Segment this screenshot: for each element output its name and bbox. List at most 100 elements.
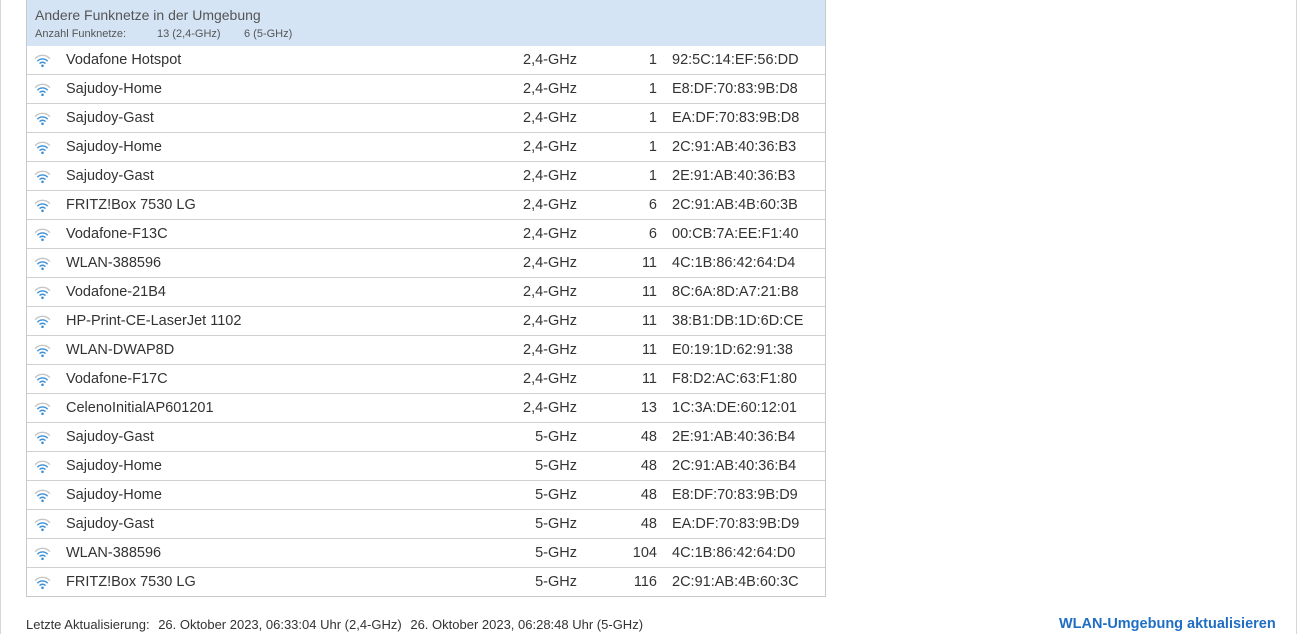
last-update-label: Letzte Aktualisierung:	[26, 617, 150, 632]
network-mac-address: 1C:3A:DE:60:12:01	[672, 400, 797, 416]
network-ssid: Sajudoy-Gast	[66, 516, 154, 532]
network-band: 2,4-GHz	[523, 284, 577, 300]
network-mac-address: 2C:91:AB:4B:60:3B	[672, 197, 798, 213]
network-channel: 1	[648, 81, 657, 97]
network-mac-address: 2C:91:AB:40:36:B4	[672, 458, 797, 474]
network-mac-address: 8C:6A:8D:A7:21:B8	[672, 284, 799, 300]
network-row: Vodafone-21B4 2,4-GHz 11 8C:6A:8D:A7:21:B8	[27, 277, 825, 306]
network-channel: 6	[648, 226, 657, 242]
network-band: 2,4-GHz	[523, 400, 577, 416]
wifi-signal-icon	[34, 199, 51, 213]
network-channel: 1	[648, 168, 657, 184]
network-ssid: Sajudoy-Home	[66, 487, 162, 503]
network-band: 5-GHz	[535, 516, 577, 532]
network-band: 2,4-GHz	[523, 371, 577, 387]
wifi-signal-icon	[34, 315, 51, 329]
panel-header: Andere Funknetze in der Umgebung Anzahl …	[27, 0, 825, 46]
refresh-wlan-link[interactable]: WLAN-Umgebung aktualisieren	[1059, 616, 1276, 632]
network-channel: 48	[640, 429, 657, 445]
network-channel: 11	[641, 371, 657, 387]
wifi-signal-icon	[34, 54, 51, 68]
network-mac-address: E8:DF:70:83:9B:D9	[672, 487, 798, 503]
network-mac-address: 38:B1:DB:1D:6D:CE	[672, 313, 804, 329]
network-ssid: WLAN-388596	[66, 255, 162, 271]
network-ssid: WLAN-388596	[66, 545, 162, 561]
network-band: 2,4-GHz	[523, 52, 577, 68]
network-mac-address: 2C:91:AB:40:36:B3	[672, 139, 797, 155]
network-band: 2,4-GHz	[523, 313, 577, 329]
network-ssid: Sajudoy-Gast	[66, 429, 154, 445]
network-channel: 11	[641, 342, 657, 358]
network-band: 2,4-GHz	[523, 226, 577, 242]
network-ssid: Vodafone-F13C	[66, 226, 168, 242]
network-list: Vodafone Hotspot 2,4-GHz 1 92:5C:14:EF:56:D…	[27, 46, 825, 596]
network-band: 5-GHz	[535, 545, 577, 561]
network-ssid: CelenoInitialAP601201	[66, 400, 214, 416]
network-mac-address: 92:5C:14:EF:56:DD	[672, 52, 799, 68]
network-mac-address: 4C:1B:86:42:64:D4	[672, 255, 796, 271]
network-channel: 104	[632, 545, 657, 561]
network-ssid: FRITZ!Box 7530 LG	[66, 197, 196, 213]
network-count-label: Anzahl Funknetze:	[35, 28, 127, 40]
network-channel: 116	[633, 574, 657, 590]
network-channel: 48	[640, 487, 657, 503]
wifi-signal-icon	[34, 257, 51, 271]
network-row: WLAN-388596 2,4-GHz 11 4C:1B:86:42:64:D4	[27, 248, 825, 277]
network-ssid: Vodafone-21B4	[66, 284, 166, 300]
network-mac-address: 2E:91:AB:40:36:B4	[672, 429, 796, 445]
network-channel: 11	[641, 313, 657, 329]
wifi-signal-icon	[34, 373, 51, 387]
network-ssid: WLAN-DWAP8D	[66, 342, 175, 358]
last-update-5ghz: 26. Oktober 2023, 06:28:48 Uhr (5-GHz)	[410, 617, 644, 632]
wifi-signal-icon	[34, 228, 51, 242]
network-band: 2,4-GHz	[523, 168, 577, 184]
network-channel: 1	[648, 52, 657, 68]
network-count-5ghz: 6 (5-GHz)	[244, 28, 293, 40]
network-mac-address: 4C:1B:86:42:64:D0	[672, 545, 796, 561]
wifi-signal-icon	[34, 141, 51, 155]
network-mac-address: 2C:91:AB:4B:60:3C	[672, 574, 799, 590]
panel-title: Andere Funknetze in der Umgebung	[35, 7, 261, 23]
network-band: 5-GHz	[535, 458, 577, 474]
network-channel: 6	[648, 197, 657, 213]
network-channel: 1	[648, 139, 657, 155]
network-ssid: Vodafone Hotspot	[66, 52, 182, 68]
network-row: CelenoInitialAP601201 2,4-GHz 13 1C:3A:DE:6…	[27, 393, 825, 422]
network-channel: 11	[641, 284, 657, 300]
network-row: Sajudoy-Home 2,4-GHz 1 E8:DF:70:83:9B:D8	[27, 74, 825, 103]
network-mac-address: F8:D2:AC:63:F1:80	[672, 371, 797, 387]
network-ssid: Sajudoy-Home	[66, 458, 162, 474]
network-mac-address: E0:19:1D:62:91:38	[672, 342, 793, 358]
network-row: FRITZ!Box 7530 LG 5-GHz 116 2C:91:AB:4B:60:…	[27, 567, 825, 596]
network-channel: 1	[648, 110, 657, 126]
last-update-24ghz: 26. Oktober 2023, 06:33:04 Uhr (2,4-GHz)	[158, 617, 402, 632]
network-mac-address: 00:CB:7A:EE:F1:40	[672, 226, 799, 242]
network-row: HP-Print-CE-LaserJet 1102 2,4-GHz 11 38:B1:…	[27, 306, 825, 335]
network-row: Sajudoy-Gast 5-GHz 48 2E:91:AB:40:36:B4	[27, 422, 825, 451]
network-row: Vodafone Hotspot 2,4-GHz 1 92:5C:14:EF:56:D…	[27, 46, 825, 74]
network-count-24ghz: 13 (2,4-GHz)	[157, 28, 221, 40]
network-band: 2,4-GHz	[523, 197, 577, 213]
wifi-signal-icon	[34, 170, 51, 184]
last-update: Letzte Aktualisierung: 26. Oktober 2023,…	[26, 617, 648, 632]
network-row: Sajudoy-Home 5-GHz 48 2C:91:AB:40:36:B4	[27, 451, 825, 480]
network-row: WLAN-DWAP8D 2,4-GHz 11 E0:19:1D:62:91:38	[27, 335, 825, 364]
wifi-signal-icon	[34, 402, 51, 416]
wifi-signal-icon	[34, 547, 51, 561]
network-ssid: Sajudoy-Home	[66, 139, 162, 155]
network-row: WLAN-388596 5-GHz 104 4C:1B:86:42:64:D0	[27, 538, 825, 567]
network-mac-address: EA:DF:70:83:9B:D8	[672, 110, 800, 126]
network-ssid: Sajudoy-Gast	[66, 168, 154, 184]
network-band: 5-GHz	[535, 429, 577, 445]
network-band: 5-GHz	[535, 574, 577, 590]
network-mac-address: E8:DF:70:83:9B:D8	[672, 81, 798, 97]
network-channel: 13	[640, 400, 657, 416]
wifi-signal-icon	[34, 518, 51, 532]
network-band: 2,4-GHz	[523, 139, 577, 155]
network-row: Vodafone-F17C 2,4-GHz 11 F8:D2:AC:63:F1:80	[27, 364, 825, 393]
network-channel: 48	[640, 516, 657, 532]
network-channel: 11	[641, 255, 657, 271]
network-ssid: Sajudoy-Home	[66, 81, 162, 97]
network-row: Sajudoy-Home 2,4-GHz 1 2C:91:AB:40:36:B3	[27, 132, 825, 161]
wifi-signal-icon	[34, 576, 51, 590]
